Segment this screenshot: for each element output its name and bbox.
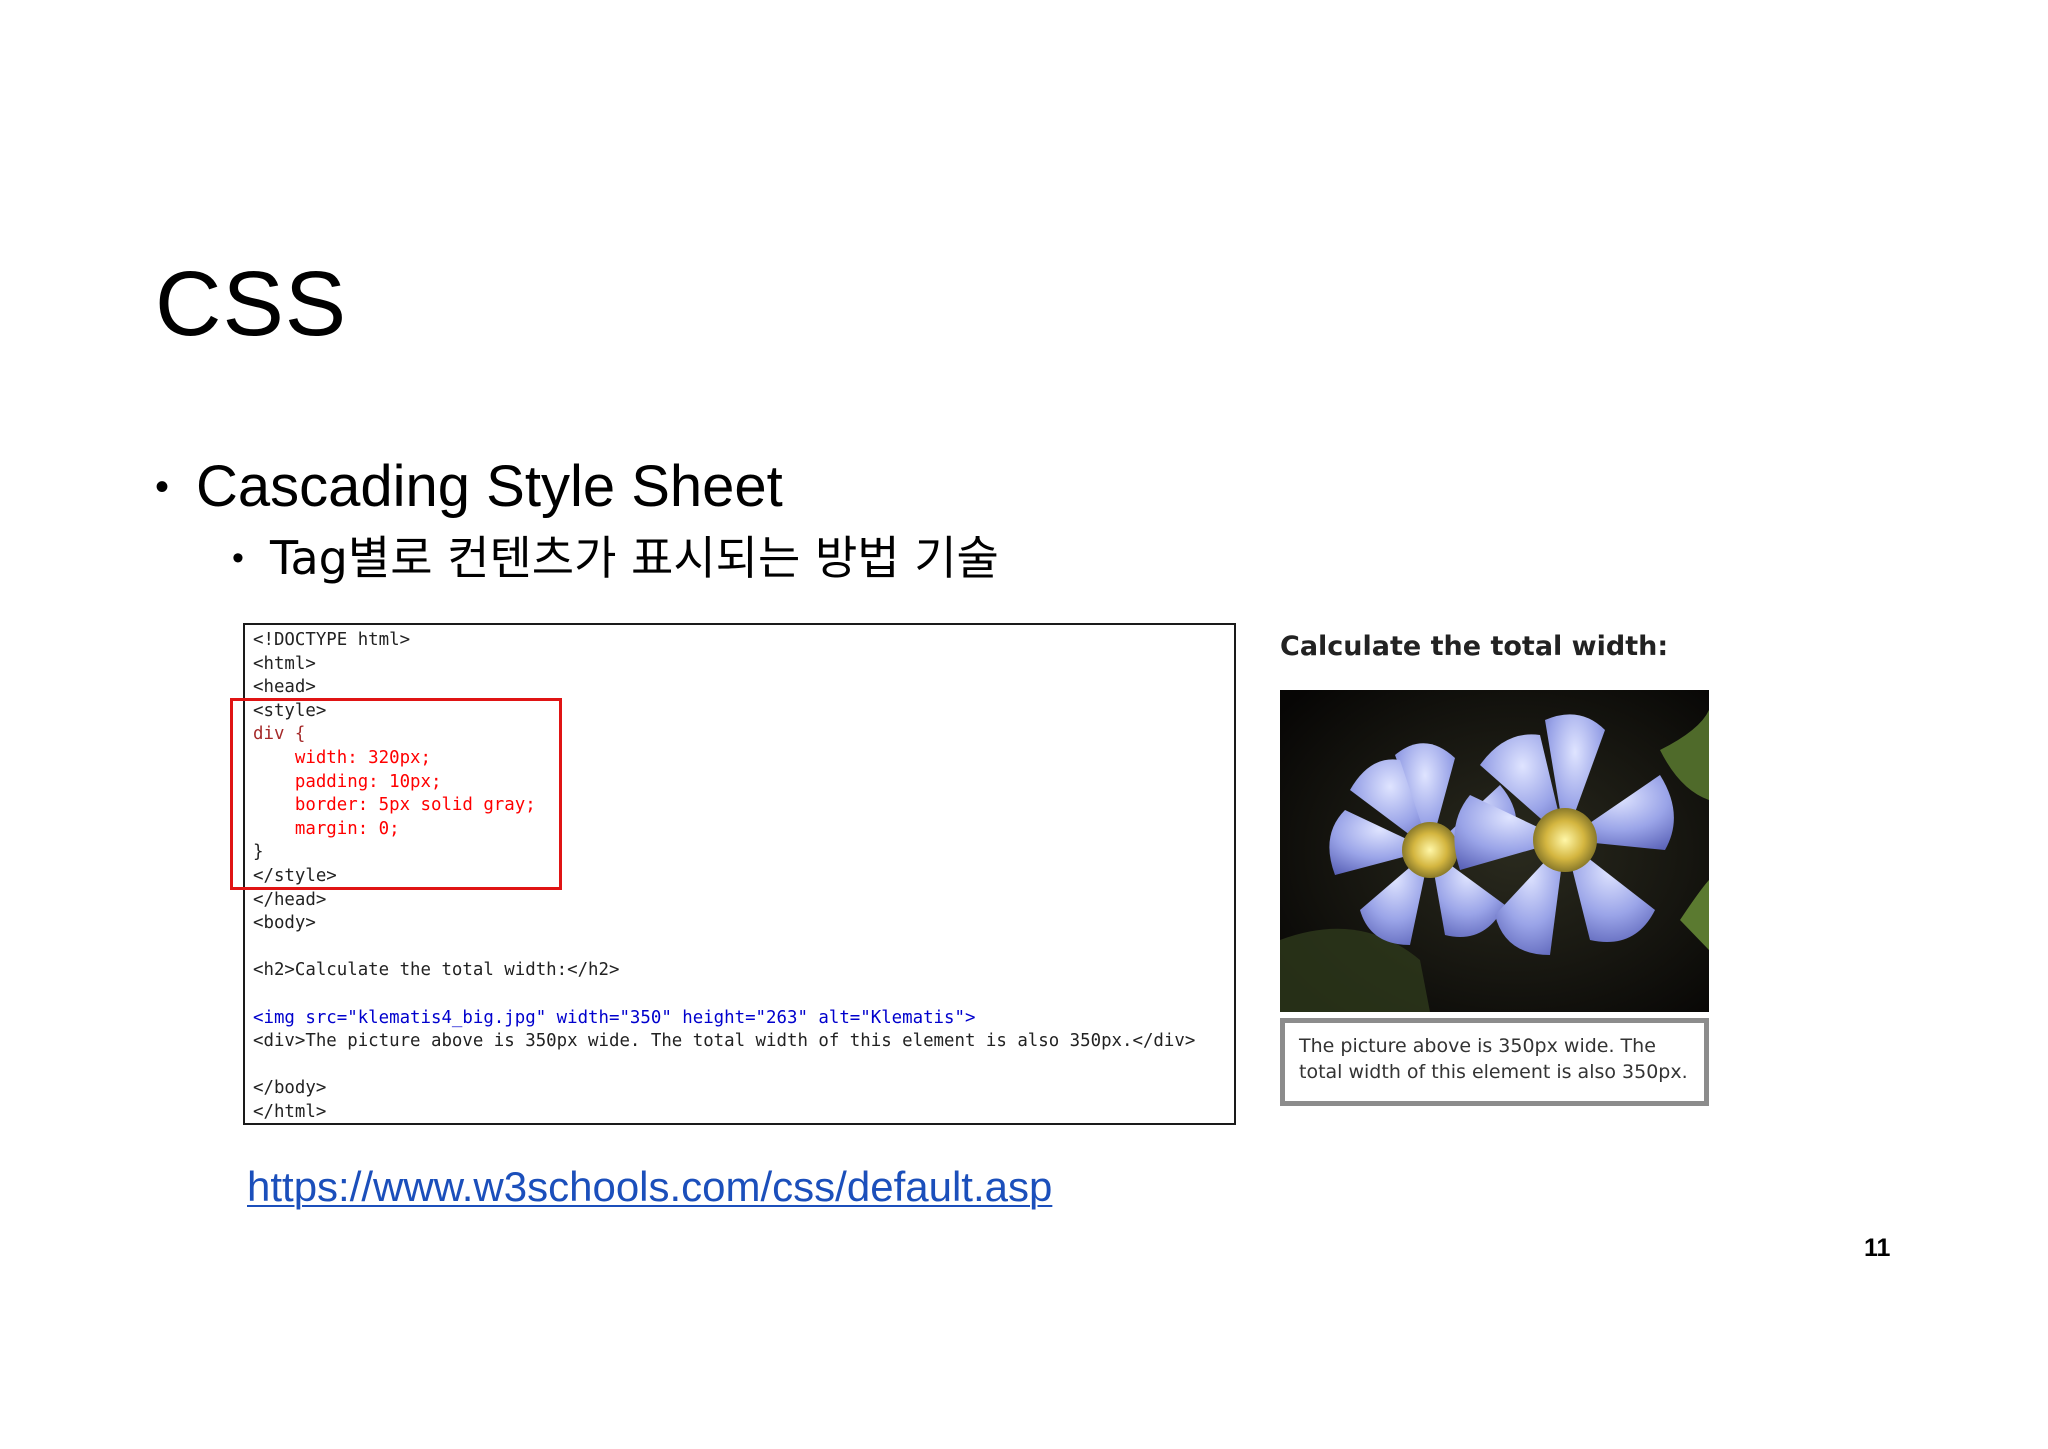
result-caption-box: The picture above is 350px wide. The tot…: [1280, 1018, 1709, 1106]
page-number: 11: [1864, 1234, 1891, 1262]
code-line: <h2>Calculate the total width:</h2>: [253, 960, 620, 981]
code-line: </head>: [253, 889, 327, 910]
code-line: <div>The picture above is 350px wide. Th…: [253, 1031, 1196, 1052]
slide-title: CSS: [155, 253, 348, 355]
code-line: <img src="klematis4_big.jpg" width="350"…: [253, 1007, 976, 1028]
bullet-marker: •: [155, 465, 170, 509]
sub-bullet-text: Tag별로 컨텐츠가 표시되는 방법 기술: [270, 531, 999, 585]
code-line: </html>: [253, 1101, 327, 1122]
result-heading: Calculate the total width:: [1280, 631, 1669, 662]
w3schools-link[interactable]: https://www.w3schools.com/css/default.as…: [247, 1163, 1052, 1211]
code-line: </body>: [253, 1078, 327, 1099]
code-line: <!DOCTYPE html>: [253, 630, 411, 650]
bullet-cascading-style-sheet: • Cascading Style Sheet: [155, 458, 783, 516]
code-line: <head>: [253, 677, 316, 698]
klematis-flower-image: [1280, 690, 1709, 1012]
code-line: <html>: [253, 653, 316, 674]
bullet-text: Cascading Style Sheet: [196, 454, 783, 519]
style-block-highlight: [230, 698, 562, 890]
code-line: <body>: [253, 913, 316, 934]
sub-bullet-description: • Tag별로 컨텐츠가 표시되는 방법 기술: [232, 535, 999, 581]
sub-bullet-marker: •: [232, 539, 244, 577]
